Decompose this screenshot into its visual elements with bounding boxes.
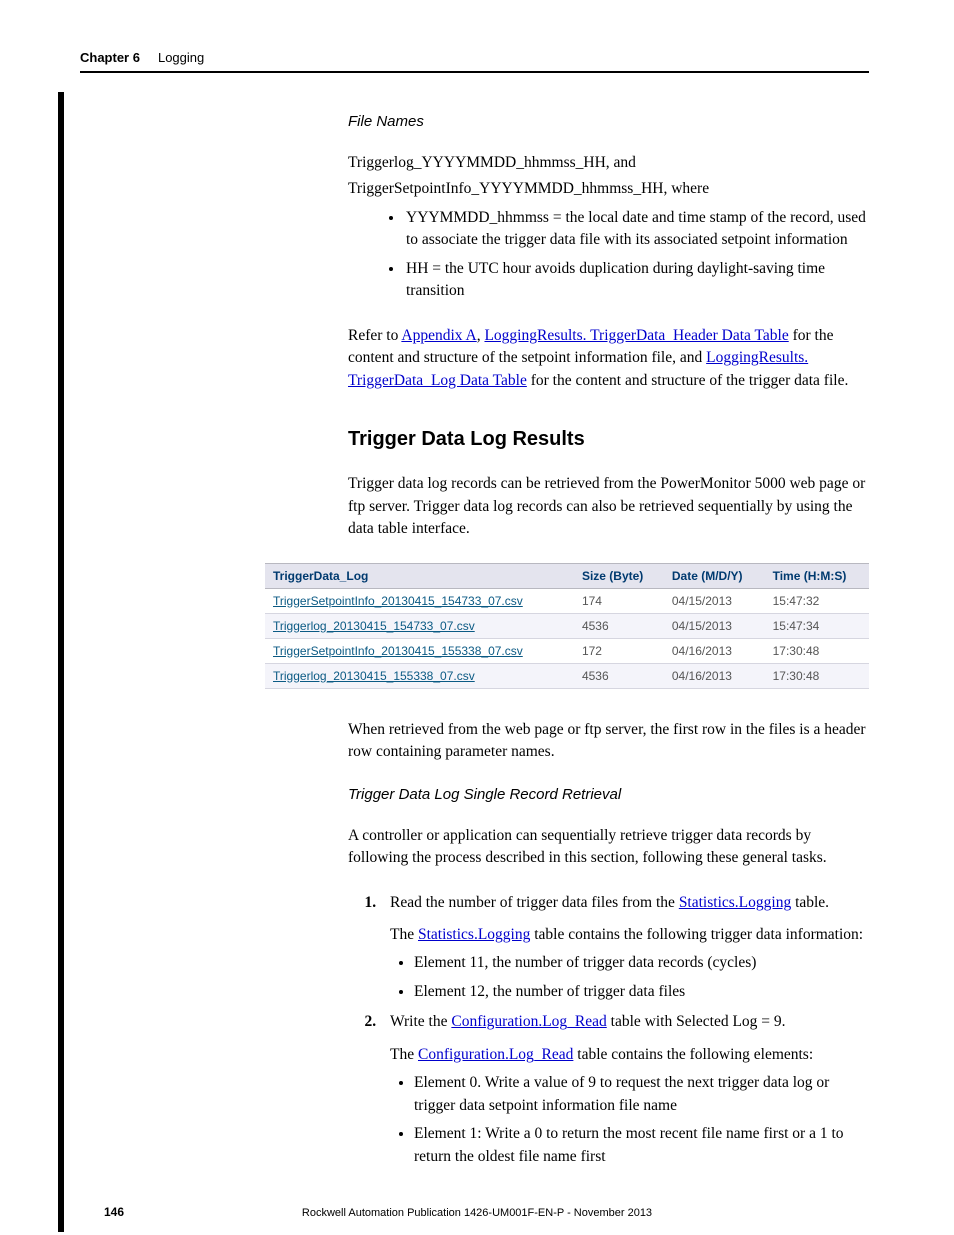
- step-2-sub: The Configuration.Log_Read table contain…: [390, 1044, 869, 1066]
- footer-publication: Rockwell Automation Publication 1426-UM0…: [0, 1207, 954, 1219]
- cell: 17:30:48: [765, 663, 869, 688]
- list-item: YYYMMDD_hhmmss = the local date and time…: [404, 207, 869, 252]
- text: Read the number of trigger data files fr…: [390, 894, 679, 911]
- text: Write the: [390, 1013, 451, 1030]
- after-table-para: When retrieved from the web page or ftp …: [348, 719, 869, 764]
- text: table contains the following elements:: [573, 1046, 813, 1063]
- single-record-heading: Trigger Data Log Single Record Retrieval: [348, 786, 869, 803]
- single-intro: A controller or application can sequenti…: [348, 825, 869, 870]
- text: table contains the following trigger dat…: [530, 926, 863, 943]
- appendix-a-link[interactable]: Appendix A: [401, 327, 476, 344]
- pattern-line-2: TriggerSetpointInfo_YYYYMMDD_hhmmss_HH, …: [348, 178, 869, 200]
- col-header-date: Date (M/D/Y): [664, 563, 765, 588]
- config-log-read-link[interactable]: Configuration.Log_Read: [451, 1013, 606, 1030]
- table-row: Triggerlog_20130415_155338_07.csv 4536 0…: [265, 663, 869, 688]
- statistics-logging-link[interactable]: Statistics.Logging: [418, 926, 530, 943]
- cell: 174: [574, 588, 664, 613]
- config-log-read-link[interactable]: Configuration.Log_Read: [418, 1046, 573, 1063]
- col-header-size: Size (Byte): [574, 563, 664, 588]
- col-header-name: TriggerData_Log: [265, 563, 574, 588]
- cell: 04/15/2013: [664, 613, 765, 638]
- refer-paragraph: Refer to Appendix A, LoggingResults. Tri…: [348, 325, 869, 392]
- cell: 04/15/2013: [664, 588, 765, 613]
- list-item: Element 11, the number of trigger data r…: [414, 952, 869, 974]
- pattern-bullets: YYYMMDD_hhmmss = the local date and time…: [404, 207, 869, 303]
- step-2: Write the Configuration.Log_Read table w…: [380, 1011, 869, 1168]
- cell: 04/16/2013: [664, 663, 765, 688]
- chapter-title: Logging: [158, 50, 204, 65]
- chapter-label: Chapter 6: [80, 50, 140, 65]
- step-1-sub: The Statistics.Logging table contains th…: [390, 924, 869, 946]
- text: The: [390, 926, 418, 943]
- list-item: Element 1: Write a 0 to return the most …: [414, 1123, 869, 1168]
- text: for the content and structure of the tri…: [527, 372, 849, 389]
- list-item: Element 0. Write a value of 9 to request…: [414, 1072, 869, 1117]
- cell: 4536: [574, 613, 664, 638]
- pattern-line-1: Triggerlog_YYYYMMDD_hhmmss_HH, and: [348, 152, 869, 174]
- file-names-heading: File Names: [348, 113, 869, 130]
- text: Refer to: [348, 327, 401, 344]
- file-link[interactable]: TriggerSetpointInfo_20130415_155338_07.c…: [265, 638, 574, 663]
- file-link[interactable]: Triggerlog_20130415_155338_07.csv: [265, 663, 574, 688]
- trigger-data-table: TriggerData_Log Size (Byte) Date (M/D/Y)…: [265, 563, 869, 689]
- text: The: [390, 1046, 418, 1063]
- page-saddle: [58, 92, 64, 1232]
- list-item: HH = the UTC hour avoids duplication dur…: [404, 258, 869, 303]
- results-heading: Trigger Data Log Results: [348, 428, 869, 451]
- table-row: Triggerlog_20130415_154733_07.csv 4536 0…: [265, 613, 869, 638]
- cell: 15:47:32: [765, 588, 869, 613]
- cell: 172: [574, 638, 664, 663]
- results-intro: Trigger data log records can be retrieve…: [348, 473, 869, 540]
- cell: 17:30:48: [765, 638, 869, 663]
- page-header: Chapter 6 Logging: [80, 50, 869, 73]
- steps-list: Read the number of trigger data files fr…: [380, 892, 869, 1169]
- cell: 4536: [574, 663, 664, 688]
- step-2-bullets: Element 0. Write a value of 9 to request…: [414, 1072, 869, 1168]
- cell: 04/16/2013: [664, 638, 765, 663]
- step-1-bullets: Element 11, the number of trigger data r…: [414, 952, 869, 1003]
- text: table.: [791, 894, 829, 911]
- file-link[interactable]: TriggerSetpointInfo_20130415_154733_07.c…: [265, 588, 574, 613]
- file-link[interactable]: Triggerlog_20130415_154733_07.csv: [265, 613, 574, 638]
- col-header-time: Time (H:M:S): [765, 563, 869, 588]
- cell: 15:47:34: [765, 613, 869, 638]
- header-table-link[interactable]: LoggingResults. TriggerData_Header Data …: [484, 327, 788, 344]
- list-item: Element 12, the number of trigger data f…: [414, 981, 869, 1003]
- table-row: TriggerSetpointInfo_20130415_154733_07.c…: [265, 588, 869, 613]
- table-row: TriggerSetpointInfo_20130415_155338_07.c…: [265, 638, 869, 663]
- text: table with Selected Log = 9.: [607, 1013, 786, 1030]
- step-1: Read the number of trigger data files fr…: [380, 892, 869, 1004]
- statistics-logging-link[interactable]: Statistics.Logging: [679, 894, 791, 911]
